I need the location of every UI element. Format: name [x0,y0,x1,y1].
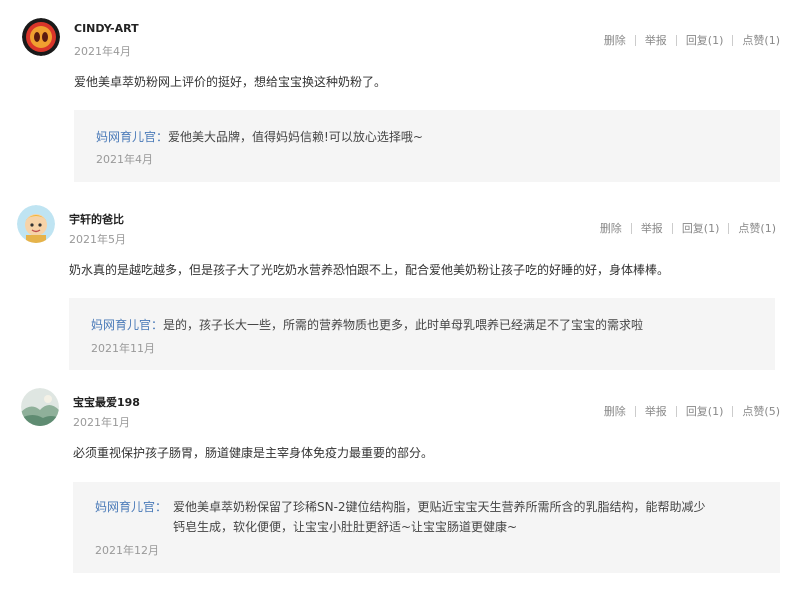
comment-date: 2021年4月 [74,45,131,58]
report-button[interactable]: 举报 [645,32,667,48]
reply-line: 妈网育儿官：爱他美大品牌，值得妈妈信赖!可以放心选择哦~ [96,128,423,145]
reply-line: 妈网育儿官： [95,498,167,515]
comment-item: 宇轩的爸比 2021年5月 删除 举报 回复(1) 点赞(1) 奶水真的是越吃越… [0,190,800,375]
reply-box: 妈网育儿官：爱他美大品牌，值得妈妈信赖!可以放心选择哦~ 2021年4月 [74,110,780,182]
reply-line: 妈网育儿官：是的，孩子长大一些，所需的营养物质也更多，此时单母乳喂养已经满足不了… [91,316,643,333]
comment-text: 必须重视保护孩子肠胃，肠道健康是主宰身体免疫力最重要的部分。 [73,446,434,460]
divider [732,34,734,46]
delete-button[interactable]: 删除 [600,220,622,236]
report-button[interactable]: 举报 [645,403,667,419]
circle-logo-avatar-icon [22,18,60,56]
reply-button[interactable]: 回复(1) [682,220,720,236]
reply-text: 是的，孩子长大一些，所需的营养物质也更多，此时单母乳喂养已经满足不了宝宝的需求啦 [163,318,644,332]
divider [671,222,673,234]
comment-text: 爱他美卓萃奶粉网上评价的挺好，想给宝宝换这种奶粉了。 [74,75,387,89]
divider [675,34,677,46]
comment-item: CINDY-ART 2021年4月 删除 举报 回复(1) 点赞(1) 爱他美卓… [0,0,800,190]
reply-button[interactable]: 回复(1) [686,403,724,419]
delete-button[interactable]: 删除 [604,32,626,48]
divider [634,405,636,417]
comment-actions: 删除 举报 回复(1) 点赞(5) [604,403,780,419]
comment-actions: 删除 举报 回复(1) 点赞(1) [604,32,780,48]
username[interactable]: CINDY-ART [74,22,139,35]
reply-text: 爱他美卓萃奶粉保留了珍稀SN-2键位结构脂，更贴近宝宝天生营养所需所含的乳脂结构… [173,500,706,514]
delete-button[interactable]: 删除 [604,403,626,419]
reply-date: 2021年4月 [96,153,153,166]
reply-date: 2021年12月 [95,544,159,557]
divider [675,405,677,417]
reply-author[interactable]: 妈网育儿官： [96,130,168,144]
avatar[interactable] [21,388,59,426]
report-button[interactable]: 举报 [641,220,663,236]
comment-date: 2021年5月 [69,233,126,246]
comment-item: 宝宝最爱198 2021年1月 删除 举报 回复(1) 点赞(5) 必须重视保护… [0,375,800,594]
reply-text: 钙皂生成，软化便便，让宝宝小肚肚更舒适~让宝宝肠道更健康~ [173,520,518,534]
divider [728,222,730,234]
landscape-photo-avatar-icon [21,388,59,426]
divider [630,222,632,234]
divider [634,34,636,46]
avatar[interactable] [17,205,55,243]
like-button[interactable]: 点赞(5) [742,403,780,419]
reply-box: 妈网育儿官：是的，孩子长大一些，所需的营养物质也更多，此时单母乳喂养已经满足不了… [69,298,775,370]
comment-actions: 删除 举报 回复(1) 点赞(1) [600,220,776,236]
divider [732,405,734,417]
reply-box: 妈网育儿官： 爱他美卓萃奶粉保留了珍稀SN-2键位结构脂，更贴近宝宝天生营养所需… [73,482,780,573]
like-button[interactable]: 点赞(1) [738,220,776,236]
reply-author[interactable]: 妈网育儿官： [95,500,167,514]
avatar[interactable] [22,18,60,56]
reply-button[interactable]: 回复(1) [686,32,724,48]
username[interactable]: 宝宝最爱198 [73,394,140,410]
reply-author[interactable]: 妈网育儿官： [91,318,163,332]
reply-text: 爱他美大品牌，值得妈妈信赖!可以放心选择哦~ [168,130,423,144]
comment-text: 奶水真的是越吃越多，但是孩子大了光吃奶水营养恐怕跟不上，配合爱他美奶粉让孩子吃的… [69,263,670,277]
comment-date: 2021年1月 [73,416,130,429]
reply-date: 2021年11月 [91,342,155,355]
username[interactable]: 宇轩的爸比 [69,211,124,227]
like-button[interactable]: 点赞(1) [742,32,780,48]
cartoon-child-avatar-icon [17,205,55,243]
